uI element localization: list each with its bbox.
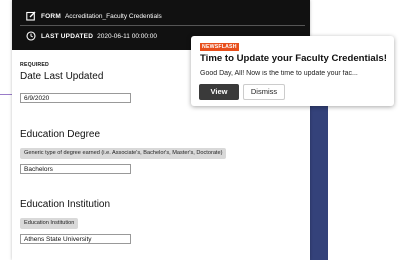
newsflash-body: Good Day, All! Now is the time to update… (200, 70, 358, 77)
last-updated-label: LAST UPDATED (41, 32, 94, 40)
form-name-row: FORM Accreditation_Faculty Credentials (26, 11, 162, 21)
form-icon (26, 11, 36, 21)
newsflash-badge: NEWSFLASH (200, 43, 239, 51)
required-label: REQUIRED (20, 62, 49, 68)
degree-field-title: Education Degree (20, 129, 101, 140)
degree-input[interactable]: Bachelors (20, 164, 131, 174)
dismiss-button[interactable]: Dismiss (243, 84, 285, 100)
clock-icon (26, 31, 36, 41)
header-divider (20, 25, 305, 26)
form-name: Accreditation_Faculty Credentials (64, 12, 162, 20)
newsflash-title: Time to Update your Faculty Credentials! (200, 53, 387, 64)
last-updated-row: LAST UPDATED 2020-06-11 00:00:00 (26, 31, 157, 41)
view-button[interactable]: View (199, 84, 239, 100)
last-updated-value: 2020-06-11 00:00:00 (97, 32, 157, 40)
form-label: FORM (41, 12, 61, 20)
newsflash-popup: NEWSFLASH Time to Update your Faculty Cr… (191, 36, 394, 106)
institution-hint: Education Institution (20, 218, 79, 229)
degree-hint: Generic type of degree earned (i.e. Asso… (20, 148, 227, 159)
institution-input[interactable]: Athens State University (20, 234, 131, 244)
date-field-title: Date Last Updated (20, 71, 104, 82)
date-input[interactable]: 6/9/2020 (20, 93, 131, 103)
institution-field-title: Education Institution (20, 199, 111, 210)
